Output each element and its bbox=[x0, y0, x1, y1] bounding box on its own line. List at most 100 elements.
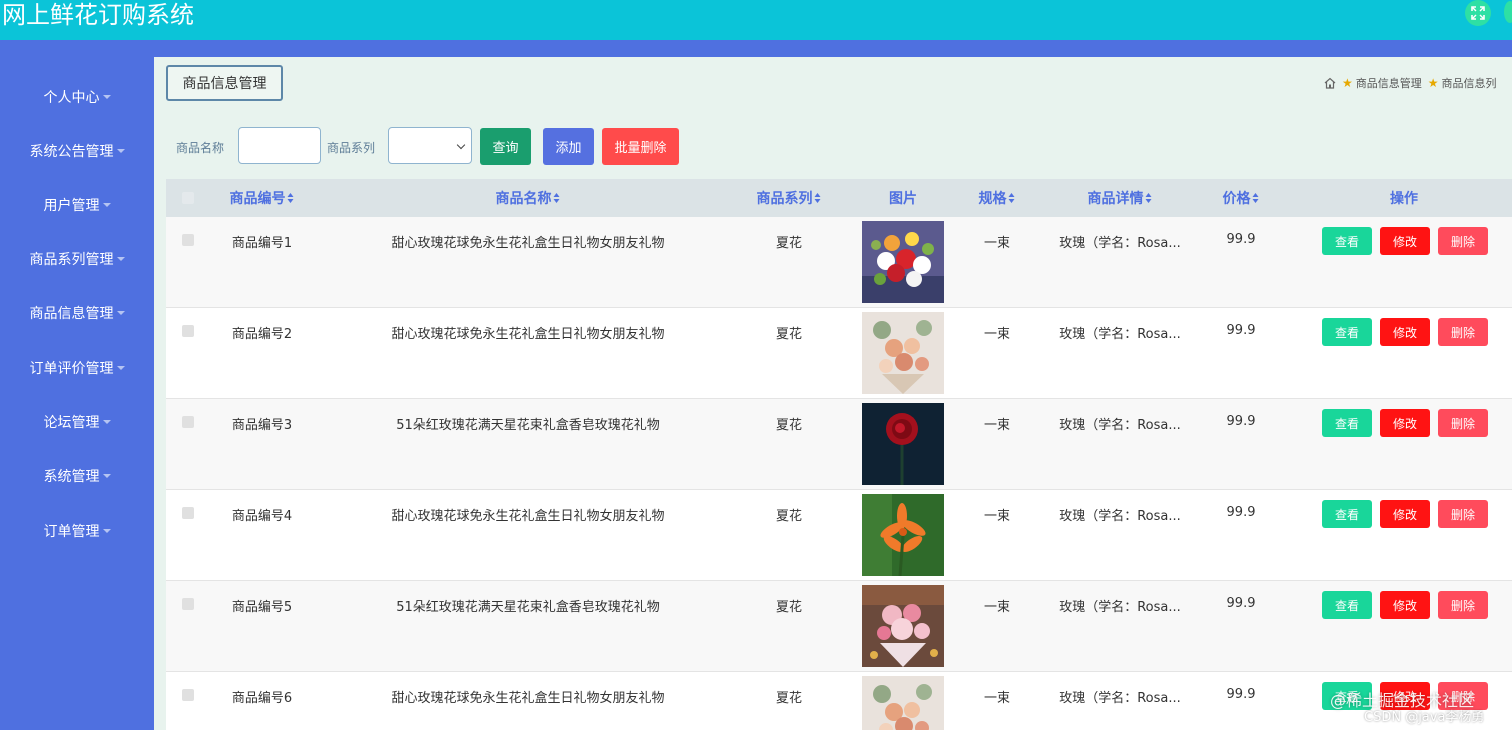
view-button[interactable]: 查看 bbox=[1322, 409, 1372, 437]
product-image[interactable] bbox=[862, 585, 944, 667]
product-name-input[interactable] bbox=[238, 127, 321, 164]
sort-icon[interactable] bbox=[1252, 193, 1260, 203]
product-spec: 一束 bbox=[983, 600, 1011, 615]
sidebar-item-announcements[interactable]: 系统公告管理 bbox=[0, 136, 154, 166]
sort-icon[interactable] bbox=[287, 193, 295, 203]
home-icon[interactable] bbox=[1324, 77, 1336, 89]
chevron-down-icon bbox=[116, 257, 125, 261]
sort-icon[interactable] bbox=[1008, 193, 1016, 203]
sort-icon[interactable] bbox=[1145, 193, 1153, 203]
chevron-down-icon bbox=[102, 529, 111, 533]
sidebar-item-users[interactable]: 用户管理 bbox=[0, 190, 154, 220]
edit-button[interactable]: 修改 bbox=[1380, 500, 1430, 528]
sidebar-item-label: 用户管理 bbox=[43, 198, 100, 214]
product-spec: 一束 bbox=[983, 691, 1011, 706]
product-id: 商品编号5 bbox=[231, 600, 293, 615]
chevron-down-icon bbox=[102, 420, 111, 424]
view-button[interactable]: 查看 bbox=[1322, 591, 1372, 619]
sidebar-item-label: 系统管理 bbox=[43, 469, 100, 485]
row-checkbox[interactable] bbox=[182, 416, 194, 428]
product-series: 夏花 bbox=[775, 327, 803, 342]
sidebar-item-product-info[interactable]: 商品信息管理 bbox=[0, 298, 154, 328]
product-detail: 玫瑰（学名：Rosa... bbox=[1059, 418, 1181, 433]
product-series-label: 商品系列 bbox=[327, 141, 376, 155]
view-button[interactable]: 查看 bbox=[1322, 318, 1372, 346]
sidebar: 个人中心 系统公告管理 用户管理 商品系列管理 商品信息管理 订单评价管理 论坛… bbox=[0, 57, 154, 730]
product-image[interactable] bbox=[862, 312, 944, 394]
breadcrumb-item[interactable]: 商品信息管理 bbox=[1356, 75, 1422, 91]
sidebar-item-system[interactable]: 系统管理 bbox=[0, 461, 154, 491]
add-button[interactable]: 添加 bbox=[543, 128, 594, 165]
product-id: 商品编号1 bbox=[231, 236, 293, 251]
query-button[interactable]: 查询 bbox=[480, 128, 531, 165]
product-series: 夏花 bbox=[775, 509, 803, 524]
product-spec: 一束 bbox=[983, 327, 1011, 342]
product-series-select[interactable] bbox=[388, 127, 472, 164]
column-header-name[interactable]: 商品名称 bbox=[496, 179, 561, 217]
product-id: 商品编号2 bbox=[231, 327, 293, 342]
product-spec: 一束 bbox=[983, 509, 1011, 524]
column-header-label: 商品系列 bbox=[756, 191, 813, 207]
product-price: 99.9 bbox=[1226, 505, 1256, 520]
product-price: 99.9 bbox=[1226, 687, 1256, 702]
sort-icon[interactable] bbox=[553, 193, 561, 203]
chevron-down-icon bbox=[456, 140, 466, 150]
delete-button[interactable]: 删除 bbox=[1438, 500, 1488, 528]
sidebar-item-product-series[interactable]: 商品系列管理 bbox=[0, 244, 154, 274]
view-button[interactable]: 查看 bbox=[1322, 227, 1372, 255]
sidebar-item-order-reviews[interactable]: 订单评价管理 bbox=[0, 353, 154, 383]
product-price: 99.9 bbox=[1226, 323, 1256, 338]
view-button[interactable]: 查看 bbox=[1322, 500, 1372, 528]
edit-button[interactable]: 修改 bbox=[1380, 591, 1430, 619]
row-checkbox[interactable] bbox=[182, 325, 194, 337]
product-detail: 玫瑰（学名：Rosa... bbox=[1059, 691, 1181, 706]
delete-button[interactable]: 删除 bbox=[1438, 227, 1488, 255]
product-name: 甜心玫瑰花球免永生花礼盒生日礼物女朋友礼物 bbox=[391, 236, 665, 251]
batch-delete-button[interactable]: 批量删除 bbox=[602, 128, 679, 165]
table-row: 商品编号5 51朵红玫瑰花满天星花束礼盒香皂玫瑰花礼物 夏花 一束 玫瑰（学名：… bbox=[166, 581, 1512, 672]
chevron-down-icon bbox=[102, 474, 111, 478]
column-header-price[interactable]: 价格 bbox=[1223, 179, 1260, 217]
product-series: 夏花 bbox=[775, 691, 803, 706]
page-tab[interactable]: 商品信息管理 bbox=[166, 65, 283, 101]
breadcrumb-item[interactable]: 商品信息列 bbox=[1442, 75, 1497, 91]
column-header-series[interactable]: 商品系列 bbox=[757, 179, 822, 217]
edit-button[interactable]: 修改 bbox=[1380, 409, 1430, 437]
delete-button[interactable]: 删除 bbox=[1438, 591, 1488, 619]
delete-button[interactable]: 删除 bbox=[1438, 318, 1488, 346]
product-name: 甜心玫瑰花球免永生花礼盒生日礼物女朋友礼物 bbox=[391, 327, 665, 342]
column-header-label: 商品编号 bbox=[229, 191, 286, 207]
row-checkbox[interactable] bbox=[182, 234, 194, 246]
sidebar-item-personal-center[interactable]: 个人中心 bbox=[0, 82, 154, 112]
row-checkbox[interactable] bbox=[182, 507, 194, 519]
user-menu-icon[interactable] bbox=[1504, 1, 1512, 23]
breadcrumb: ★ 商品信息管理 ★ 商品信息列 bbox=[1324, 75, 1497, 91]
column-header-id[interactable]: 商品编号 bbox=[230, 179, 295, 217]
sidebar-item-forum[interactable]: 论坛管理 bbox=[0, 407, 154, 437]
product-image[interactable] bbox=[862, 403, 944, 485]
fullscreen-icon[interactable] bbox=[1465, 0, 1491, 26]
product-image[interactable] bbox=[862, 221, 944, 303]
product-image[interactable] bbox=[862, 494, 944, 576]
column-header-detail[interactable]: 商品详情 bbox=[1088, 179, 1153, 217]
delete-button[interactable]: 删除 bbox=[1438, 409, 1488, 437]
main-content: 商品信息管理 ★ 商品信息管理 ★ 商品信息列 商品名称 商品系列 查询 添加 … bbox=[154, 57, 1512, 730]
table-row: 商品编号6 甜心玫瑰花球免永生花礼盒生日礼物女朋友礼物 夏花 一束 玫瑰（学名：… bbox=[166, 672, 1512, 730]
edit-button[interactable]: 修改 bbox=[1380, 318, 1430, 346]
sidebar-item-label: 商品系列管理 bbox=[29, 252, 114, 268]
column-header-label: 操作 bbox=[1390, 191, 1418, 207]
column-header-label: 规格 bbox=[978, 191, 1007, 207]
edit-button[interactable]: 修改 bbox=[1380, 227, 1430, 255]
chevron-down-icon bbox=[102, 203, 111, 207]
row-checkbox[interactable] bbox=[182, 598, 194, 610]
product-image[interactable] bbox=[862, 676, 944, 730]
sidebar-item-orders[interactable]: 订单管理 bbox=[0, 516, 154, 546]
sort-icon[interactable] bbox=[814, 193, 822, 203]
select-all-checkbox[interactable] bbox=[182, 192, 194, 204]
app-title: 网上鲜花订购系统 bbox=[2, 1, 194, 29]
row-checkbox[interactable] bbox=[182, 689, 194, 701]
column-header-label: 商品详情 bbox=[1087, 191, 1144, 207]
product-price: 99.9 bbox=[1226, 414, 1256, 429]
column-header-spec[interactable]: 规格 bbox=[979, 179, 1016, 217]
sidebar-item-label: 论坛管理 bbox=[43, 415, 100, 431]
